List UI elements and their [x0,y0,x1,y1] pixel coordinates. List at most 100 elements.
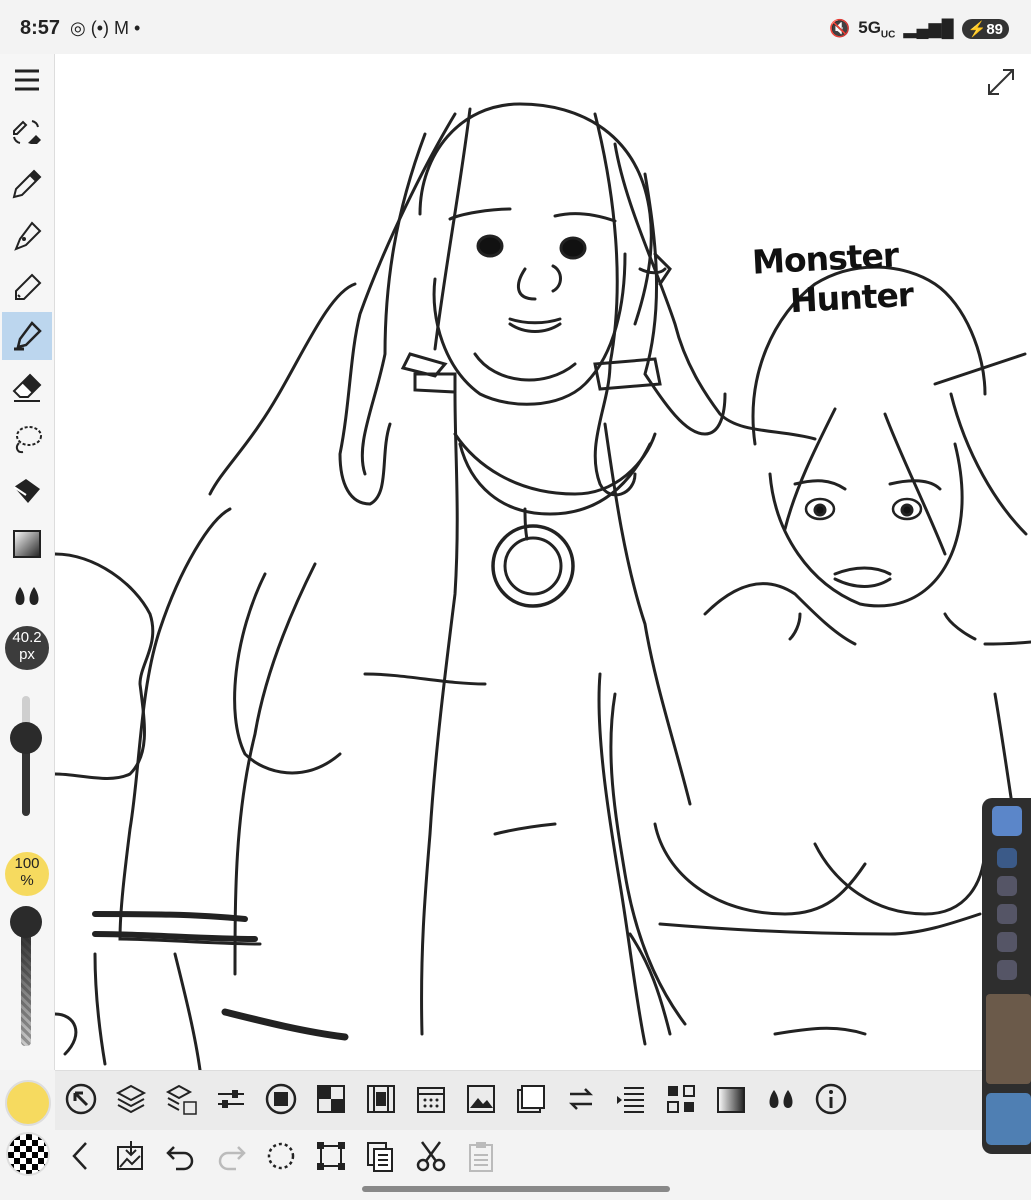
grid-button[interactable] [311,1079,351,1119]
status-bar: 8:57 ◎ (•) M • 🔇 5GUC ▂▄▆█ ⚡89 [0,0,1031,54]
battery-badge: ⚡89 [961,19,1009,40]
canvas-text-line1: Monster [751,235,899,282]
eraser-tool[interactable] [2,364,52,412]
primary-color-swatch[interactable] [5,1080,51,1126]
notification-icons: ◎ (•) M • [70,18,141,38]
frames-button[interactable] [511,1079,551,1119]
panel-icon-2[interactable] [997,876,1017,896]
save-button[interactable] [111,1136,151,1176]
brush-size-badge[interactable]: 40.2 px [5,626,49,670]
eraser-icon [12,373,42,402]
undo-button[interactable] [161,1136,201,1176]
layer-properties-button[interactable] [161,1079,201,1119]
panel-icon-5[interactable] [997,960,1017,980]
back-button[interactable] [61,1136,101,1176]
select-button[interactable] [261,1136,301,1176]
panel-icon-3[interactable] [997,904,1017,924]
menu-button[interactable] [2,56,52,104]
sketch-artwork [55,102,1031,1070]
left-toolbar: 40.2 px 100% [0,54,55,1070]
shape-button[interactable] [261,1079,301,1119]
panel-icon-1[interactable] [997,848,1017,868]
fill-tool[interactable] [2,468,52,516]
lasso-icon [15,426,42,454]
animation-button[interactable] [361,1079,401,1119]
frames-icon [517,1085,545,1113]
panel-avatar-icon[interactable] [992,806,1022,836]
circle-square-icon [265,1083,297,1115]
eyedropper-tool[interactable] [2,160,52,208]
status-time: 8:57 [20,17,61,39]
video-feed [986,994,1031,1084]
cut-button[interactable] [411,1136,451,1176]
layer-props-icon [165,1084,197,1115]
signal-icon: ▂▄▆█ [903,19,954,39]
lasso-tool[interactable] [2,416,52,464]
adjust-icon [65,1083,97,1115]
brush-size-slider[interactable] [10,696,42,816]
layer-list-button[interactable] [611,1079,651,1119]
gradient-button[interactable] [711,1079,751,1119]
pencil-tool[interactable] [2,264,52,312]
transform-button[interactable] [311,1136,351,1176]
swap-icon [568,1088,594,1110]
opacity-slider[interactable] [10,906,42,1046]
undo-icon [166,1146,194,1171]
transparent-color-swatch[interactable] [6,1132,50,1176]
marker-tool[interactable] [2,312,52,360]
info-button[interactable] [811,1079,851,1119]
brush-size-value: 40.2 [12,629,42,646]
network-sub: UC [880,29,896,41]
copy-icon [367,1142,393,1172]
image-icon [467,1085,495,1113]
drops-icon [769,1090,793,1108]
layers-button[interactable] [111,1079,151,1119]
adjustments-button[interactable] [211,1079,251,1119]
gradient-icon [13,530,41,558]
drops-icon [15,587,39,605]
gradient-map-icon [717,1087,745,1113]
copy-button[interactable] [361,1136,401,1176]
mute-icon: 🔇 [829,19,851,39]
redo-button[interactable] [211,1136,251,1176]
drops-button[interactable] [761,1079,801,1119]
layers-icon [115,1084,147,1114]
home-indicator[interactable] [362,1186,670,1192]
adjust-button[interactable] [61,1079,101,1119]
drawing-canvas[interactable]: Monster Hunter [55,54,1031,1070]
floating-video-panel[interactable] [982,798,1031,1154]
battery-level: 89 [986,21,1003,39]
nodes-button[interactable] [661,1079,701,1119]
image-button[interactable] [461,1079,501,1119]
info-icon [815,1083,847,1115]
network-label: 5GUC [858,18,895,40]
back-icon [72,1142,87,1170]
opacity-handle[interactable] [10,906,42,938]
blur-tool[interactable] [2,572,52,620]
calendar-button[interactable] [411,1079,451,1119]
opacity-fill [21,922,31,1046]
pen-eraser-switch-button[interactable] [2,108,52,156]
menu-icon [15,69,39,91]
bucket-icon [13,479,40,503]
swap-button[interactable] [561,1079,601,1119]
sliders-icon [218,1090,244,1108]
eyedropper-icon [12,169,42,199]
pen-tool[interactable] [2,212,52,260]
opacity-unit: % [20,872,34,889]
self-view [986,1093,1031,1145]
opacity-badge[interactable]: 100% [5,852,49,896]
paste-button[interactable] [461,1136,501,1176]
brush-size-handle[interactable] [10,722,42,754]
scissors-icon [416,1141,446,1172]
network-type: 5G [858,18,881,37]
select-icon [267,1142,295,1170]
pen-nib-icon [14,221,42,251]
canvas-text-line2: Hunter [789,274,914,321]
panel-icon-4[interactable] [997,932,1017,952]
bottom-toolbar-secondary [55,1130,982,1184]
gradient-tool[interactable] [2,520,52,568]
nodes-icon [667,1085,695,1113]
save-icon [117,1141,143,1170]
fullscreen-icon[interactable] [985,66,1017,98]
